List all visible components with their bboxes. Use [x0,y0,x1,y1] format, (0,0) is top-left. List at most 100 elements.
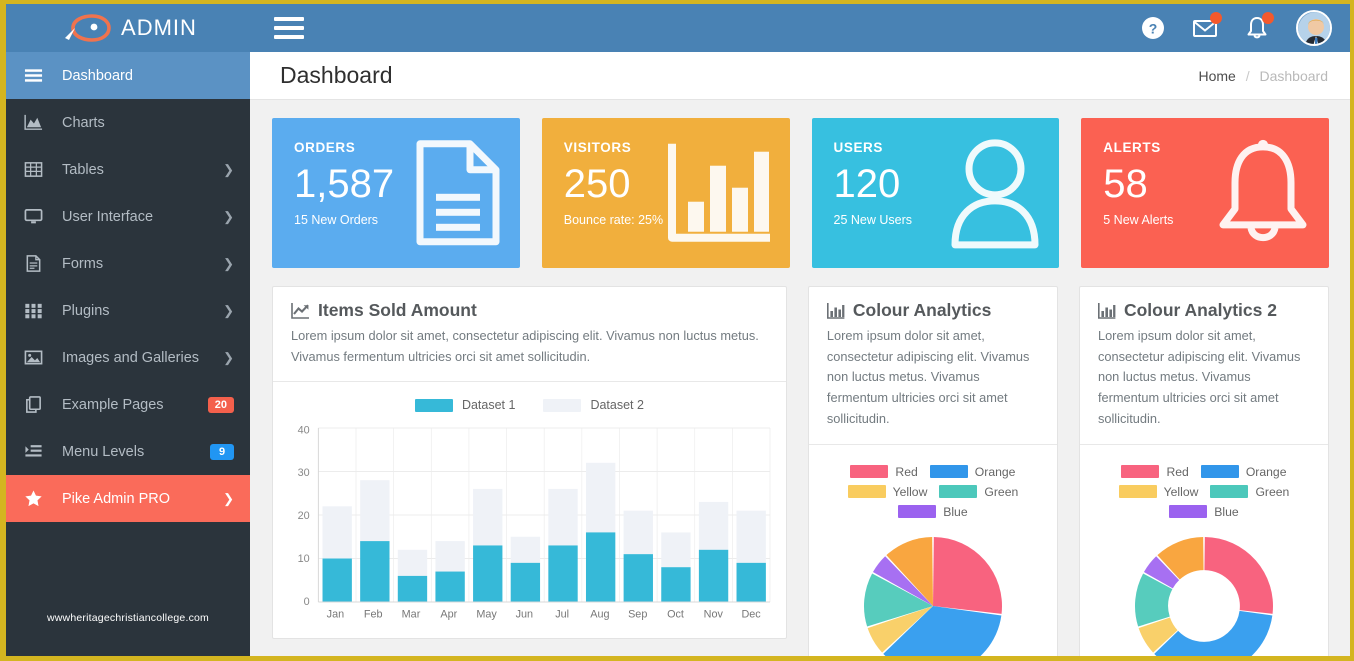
panel-colour-analytics-title: Colour Analytics [826,300,1041,321]
table-icon [24,160,54,179]
user-avatar[interactable] [1296,10,1332,46]
stat-card-visitors[interactable]: VISITORS 250 Bounce rate: 25% [541,118,790,268]
panels-row: Items Sold Amount Lorem ipsum dolor sit … [250,268,1350,656]
topbar-actions: ? [1140,10,1350,46]
sidebar-item-badge: 9 [210,443,234,460]
sidebar-item-label: Example Pages [62,396,164,413]
sidebar-item-label: Images and Galleries [62,349,200,366]
doughnut-chart[interactable] [1090,529,1318,656]
panel-items-sold-header: Items Sold Amount Lorem ipsum dolor sit … [273,287,786,381]
legend-swatch [414,398,453,412]
app-window: ADMIN ? Dashboard Charts Tables ❯ User I… [0,0,1354,661]
legend-swatch [898,505,937,519]
sidebar-item-forms[interactable]: Forms ❯ [6,240,250,287]
bar-chart-svg [317,428,771,603]
sidebar-item-plugins[interactable]: Plugins ❯ [6,287,250,334]
legend-label: Dataset 2 [590,398,644,413]
panel-colour-analytics-2-title-text: Colour Analytics 2 [1123,300,1277,320]
breadcrumb-home[interactable]: Home [1198,68,1235,84]
brand-logo[interactable]: ADMIN [6,4,250,52]
star-icon [25,490,42,507]
pie-slice[interactable] [932,536,1002,614]
star-icon [24,489,54,508]
sidebar-item-dashboard[interactable]: Dashboard [6,52,250,99]
doughnut-chart-svg [1134,536,1273,656]
panel-colour-analytics-2: Colour Analytics 2 Lorem ipsum dolor sit… [1078,286,1329,656]
legend-label: Blue [1214,504,1239,519]
stat-card-alerts[interactable]: ALERTS 58 5 New Alerts [1081,118,1329,268]
panel-colour-analytics: Colour Analytics Lorem ipsum dolor sit a… [807,286,1058,656]
panel-colour-analytics-title-text: Colour Analytics [852,300,992,320]
sidebar-item-user-interface[interactable]: User Interface ❯ [6,193,250,240]
pie-slice[interactable] [1204,536,1273,614]
legend-item[interactable]: Blue [898,505,968,519]
stat-cards-row: ORDERS 1,587 15 New Orders VISITORS 250 Bounc… [250,100,1350,268]
stat-card-users[interactable]: USERS 120 25 New Users [811,118,1060,268]
sidebar-item-label: Charts [62,114,105,131]
sidebar-item-charts[interactable]: Charts [6,99,250,146]
bar-chart-legend: Dataset 1 Dataset 2 [283,398,776,412]
breadcrumb-separator: / [1245,67,1250,84]
legend-item[interactable]: Dataset 2 [543,398,644,412]
legend-item[interactable]: Green [939,485,1018,499]
bell-icon[interactable] [1244,12,1274,41]
legend-swatch [1210,485,1249,499]
mail-icon[interactable] [1192,12,1222,41]
legend-swatch [1118,485,1157,499]
sidebar-toggle-button[interactable] [274,17,304,39]
stat-card-orders[interactable]: ORDERS 1,587 15 New Orders [272,118,520,268]
sidebar-item-badge: 20 [207,396,234,413]
chevron-right-icon: ❯ [223,490,234,506]
bar-chart-icon [667,143,770,242]
image-icon [24,350,43,365]
desktop-icon [24,208,43,224]
legend-item[interactable]: Green [1210,485,1289,499]
bar-chart[interactable]: 0 10 20 30 40 Jan Feb Mar Apr May Jun Jul Aug Sep Oct N… [283,420,776,630]
legend-item[interactable]: Yellow [847,484,928,499]
sidebar-item-label: Forms [62,255,104,272]
pie-chart[interactable] [819,529,1047,656]
legend-item[interactable]: Orange [929,465,1015,479]
sidebar-item-label: User Interface [62,208,154,225]
legend-label: Orange [1245,464,1287,479]
legend-label: Dataset 1 [461,398,516,413]
legend-item[interactable]: Red [850,465,918,479]
bell-badge [1262,12,1274,24]
panel-colour-analytics-2-title: Colour Analytics 2 [1097,300,1312,321]
chevron-right-icon: ❯ [223,349,234,365]
pie-chart-svg [863,536,1002,656]
breadcrumb-current: Dashboard [1259,67,1329,84]
help-icon[interactable]: ? [1140,15,1166,41]
copy-icon [26,396,41,413]
legend-item[interactable]: Yellow [1118,485,1198,499]
legend-label: Green [984,484,1019,499]
sidebar-item-label: Tables [62,161,104,178]
sidebar-item-menu-levels[interactable]: Menu Levels 9 [6,428,250,475]
legend-item[interactable]: Orange [1200,464,1287,479]
area-chart-icon [24,114,43,130]
legend-swatch [1169,505,1208,519]
fish-logo-icon [65,14,111,42]
stat-card-icon [666,140,774,251]
desktop-icon [24,207,54,226]
legend-swatch [850,465,889,479]
legend-item[interactable]: Dataset 1 [414,398,516,413]
legend-label: Yellow [892,484,928,499]
legend-item[interactable]: Red [1121,464,1189,479]
legend-label: Red [1166,464,1189,479]
legend-label: Green [1255,484,1290,499]
sidebar-item-label: Dashboard [62,67,133,84]
legend-item[interactable]: Blue [1169,504,1239,519]
stat-card-icon [1213,137,1313,254]
pie-chart-legend: Red Orange Yellow Green Blue [819,457,1047,529]
chevron-right-icon: ❯ [223,255,234,271]
sidebar-item-pike-admin-pro[interactable]: Pike Admin PRO ❯ [6,475,250,522]
panel-items-sold-desc: Lorem ipsum dolor sit amet, consectetur … [291,328,759,364]
sidebar-menu: Dashboard Charts Tables ❯ User Interface ❯ For… [6,52,250,522]
sidebar-item-tables[interactable]: Tables ❯ [6,146,250,193]
stat-card-icon [947,137,1043,254]
panel-colour-analytics-2-desc: Lorem ipsum dolor sit amet, consectetur … [1097,328,1301,426]
grid-icon [25,303,42,319]
sidebar-item-example-pages[interactable]: Example Pages 20 [6,381,250,428]
sidebar-item-images-and-galleries[interactable]: Images and Galleries ❯ [6,334,250,381]
